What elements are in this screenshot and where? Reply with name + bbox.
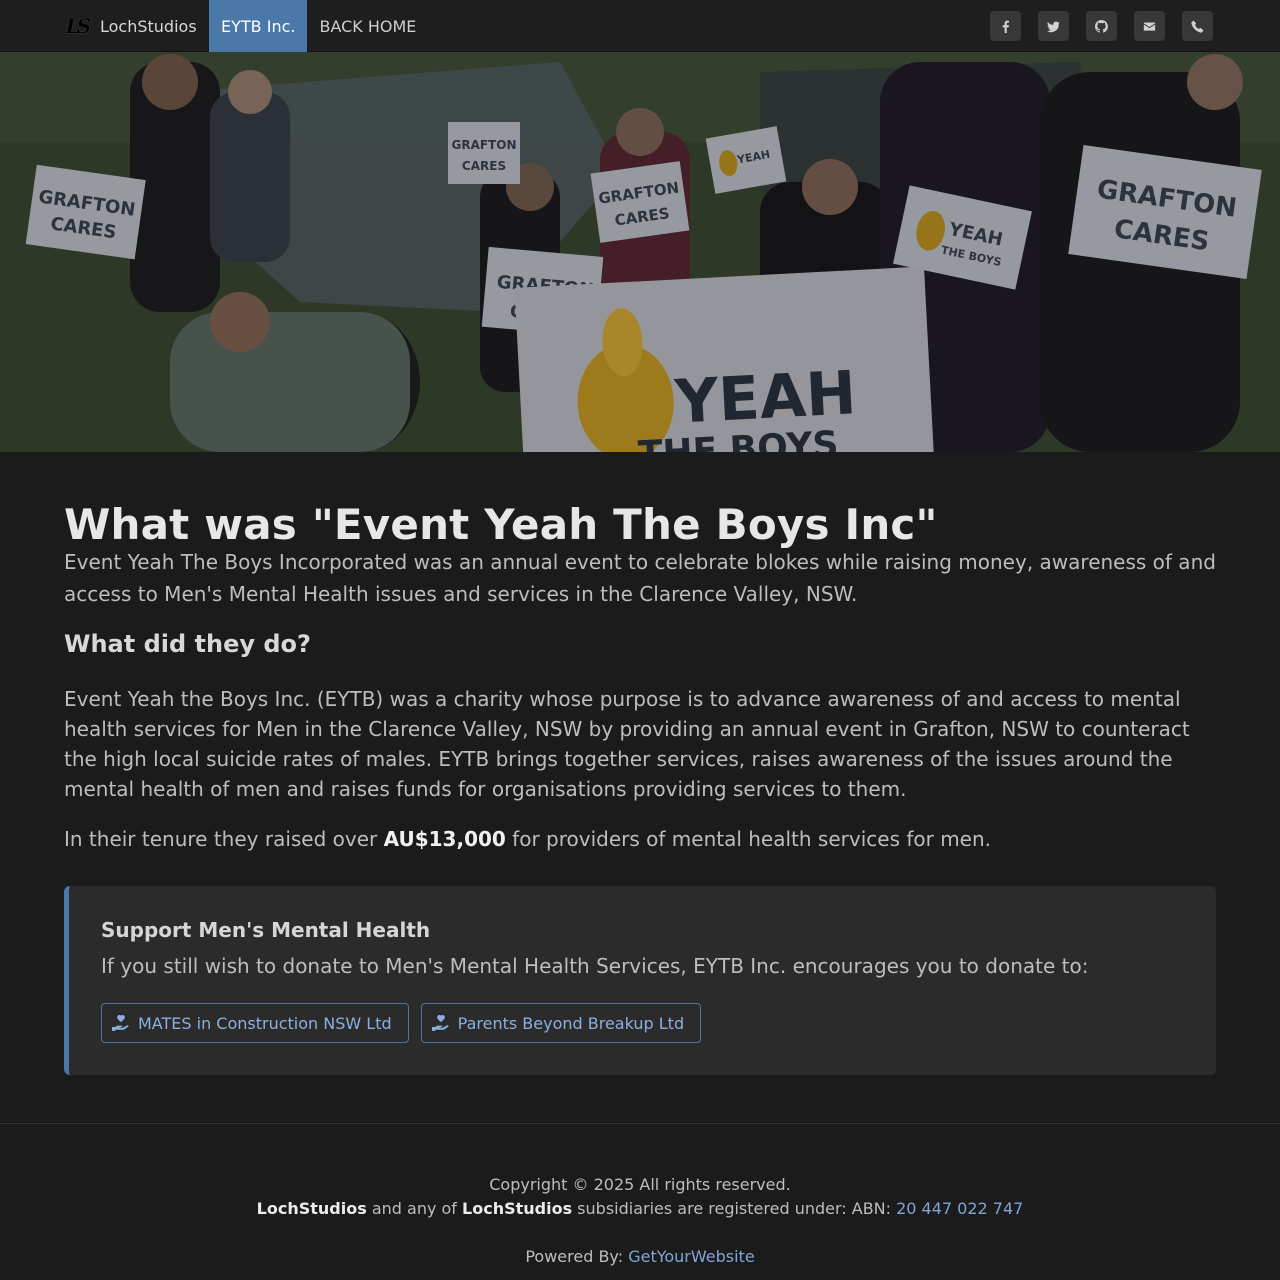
page-title: What was "Event Yeah The Boys Inc" (64, 500, 938, 549)
hero-image: GRAFTON CARES GRAFTON CARES GRAFTON CARE… (0, 52, 1280, 452)
powered-by-link[interactable]: GetYourWebsite (628, 1247, 754, 1266)
phone-button[interactable] (1182, 11, 1213, 41)
raised-amount: AU$13,000 (383, 827, 506, 851)
raised-paragraph: In their tenure they raised over AU$13,0… (64, 824, 1216, 854)
abn-link[interactable]: 20 447 022 747 (896, 1199, 1023, 1218)
footer: Copyright © 2025 All rights reserved. Lo… (0, 1123, 1280, 1280)
donate-pbb-button[interactable]: Parents Beyond Breakup Ltd (420, 1003, 702, 1043)
description-paragraph: Event Yeah the Boys Inc. (EYTB) was a ch… (64, 687, 1190, 801)
nav-link-back-home[interactable]: BACK HOME (307, 0, 428, 52)
company-name: LochStudios (256, 1199, 367, 1218)
raised-suffix: for providers of mental health services … (505, 827, 992, 851)
donate-buttons: MATES in Construction NSW Ltd Parents Be… (101, 1003, 702, 1043)
donate-mates-button[interactable]: MATES in Construction NSW Ltd (101, 1003, 409, 1043)
facebook-icon (1002, 20, 1009, 33)
github-button[interactable] (1086, 11, 1117, 41)
email-icon (1143, 21, 1156, 31)
lead-paragraph: Event Yeah The Boys Incorporated was an … (64, 550, 1216, 606)
social-links (990, 11, 1213, 41)
facebook-button[interactable] (990, 11, 1021, 41)
abn-mid-text: and any of (366, 1199, 463, 1218)
raised-prefix: In their tenure they raised over (64, 827, 384, 851)
twitter-button[interactable] (1038, 11, 1069, 41)
nav-link-eytb[interactable]: EYTB Inc. (209, 0, 308, 52)
powered-by-line: Powered By: GetYourWebsite (0, 1247, 1280, 1266)
company-name-2: LochStudios (462, 1199, 573, 1218)
phone-icon (1191, 20, 1204, 33)
hero-photo-illustration: GRAFTON CARES GRAFTON CARES GRAFTON CARE… (0, 52, 1280, 452)
donate-hand-icon (112, 1014, 129, 1031)
navbar: LS LochStudios EYTB Inc. BACK HOME (0, 0, 1280, 52)
abn-label: subsidiaries are registered under: ABN: (572, 1199, 897, 1218)
donate-mates-label: MATES in Construction NSW Ltd (138, 1013, 392, 1033)
brand-logo: LS (65, 14, 92, 38)
nav-links: EYTB Inc. BACK HOME (209, 0, 428, 52)
twitter-icon (1047, 21, 1060, 32)
abn-line: LochStudios and any of LochStudios subsi… (0, 1199, 1280, 1218)
email-button[interactable] (1134, 11, 1165, 41)
brand-name: LochStudios (100, 16, 197, 36)
donate-callout: Support Men's Mental Health If you still… (64, 886, 1216, 1075)
brand-link[interactable]: LS LochStudios (64, 0, 197, 52)
powered-by-label: Powered By: (525, 1247, 629, 1266)
donate-pbb-label: Parents Beyond Breakup Ltd (457, 1013, 685, 1033)
callout-heading: Support Men's Mental Health (101, 918, 431, 942)
section-heading: What did they do? (64, 630, 311, 658)
donate-hand-icon (431, 1014, 449, 1031)
github-icon (1095, 19, 1108, 33)
callout-text: If you still wish to donate to Men's Men… (101, 954, 1089, 978)
copyright-text: Copyright © 2025 All rights reserved. (489, 1175, 791, 1194)
